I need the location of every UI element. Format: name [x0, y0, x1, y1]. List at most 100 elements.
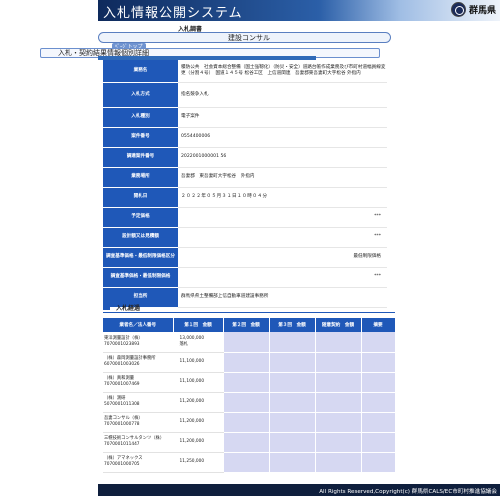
amount-cell: 13,000,000 落札	[173, 332, 224, 353]
empty-cell	[269, 412, 316, 433]
column-header: 第３回 金額	[269, 318, 316, 332]
detail-label: 開札日	[103, 187, 178, 208]
detail-value: ***	[178, 267, 387, 288]
detail-row-method: 入札方式 指名競争入札	[103, 82, 387, 108]
empty-cell	[269, 432, 316, 453]
table-row: （株）測研 5070001011308 11,200,000	[103, 392, 396, 413]
amount-cell: 11,250,000	[173, 452, 224, 473]
detail-label: 業務場所	[103, 167, 178, 188]
detail-value: 2022001000001 56	[178, 147, 387, 168]
empty-cell	[361, 392, 396, 413]
bidder-name: （株）測研	[104, 396, 126, 401]
app-title: 入札情報公開システム	[103, 6, 243, 21]
bidder-cell: （株）真和測量 7070001007469	[103, 372, 174, 393]
bidder-cell: （株）アマネックス 7070001000705	[103, 452, 174, 473]
section-square-icon	[103, 303, 110, 310]
empty-cell	[223, 372, 270, 393]
bid-amount: 11,200,000	[179, 399, 205, 404]
bidder-name: （株）アマネックス	[104, 456, 143, 461]
detail-row-place: 業務場所 吾妻郡 東吾妻町大字松谷 外指内	[103, 167, 387, 188]
detail-sublabel: 最低制限価格	[178, 247, 387, 268]
detail-row-case-no: 案件番号 0554400006	[103, 127, 387, 148]
detail-value: 積防公共 社会資本総合整備（国土強靱化）（防災・安全）道路台帳作成業務及び市町村…	[178, 60, 387, 83]
amount-cell: 11,100,000	[173, 352, 224, 373]
bid-amount: 13,000,000	[179, 335, 205, 341]
bidder-cell: 東洋測量設計（株） 7070001023893	[103, 332, 174, 353]
detail-value: ***	[178, 207, 387, 228]
empty-cell	[223, 432, 270, 453]
detail-value: 吾妻郡 東吾妻町大字松谷 外指内	[178, 167, 387, 188]
pref-logo[interactable]: 群馬県	[450, 2, 496, 17]
empty-cell	[315, 452, 362, 473]
corp-number: 7070001011447	[104, 442, 140, 447]
bid-progress-table: 業者名／法人番号 第１回 金額 第２回 金額 第３回 金額 随意契約 金額 摘要…	[103, 318, 396, 473]
empty-cell	[223, 352, 270, 373]
bidder-cell: （株）測研 5070001011308	[103, 392, 174, 413]
bid-amount: 11,250,000	[179, 459, 205, 464]
empty-cell	[269, 372, 316, 393]
detail-value: 0554400006	[178, 127, 387, 148]
column-header: 業者名／法人番号	[103, 318, 174, 332]
empty-cell	[315, 332, 362, 353]
empty-cell	[269, 332, 316, 353]
bidder-name: 吾妻コンサル（株）	[104, 416, 143, 421]
detail-row-procure-no: 調達案件番号 2022001000001 56	[103, 147, 387, 168]
detail-label: 担当所	[103, 287, 178, 308]
bid-note: 落札	[179, 341, 189, 347]
detail-label: 業務名	[103, 60, 178, 83]
pref-name: 群馬県	[468, 6, 496, 16]
gunma-emblem-icon	[450, 2, 466, 17]
detail-value: 指名競争入札	[178, 82, 387, 108]
empty-cell	[269, 452, 316, 473]
bidder-name: （株）森岡測量設計事務所	[104, 356, 156, 361]
detail-row-survey: 調査基準価格・最低制限価格区分 最低制限価格	[103, 247, 387, 268]
bidder-name: 三幌技術コンサルタンツ（株）	[104, 436, 165, 441]
empty-cell	[223, 392, 270, 413]
detail-label: 調査基準価格・最低制限価格	[103, 267, 178, 288]
detail-value: 電子案件	[178, 107, 387, 128]
column-header: 随意契約 金額	[315, 318, 362, 332]
bid-amount: 11,200,000	[179, 419, 205, 424]
corp-number: 7070001000705	[104, 462, 140, 467]
empty-cell	[315, 392, 362, 413]
empty-cell	[223, 452, 270, 473]
app-header: 入札情報公開システム 群馬県	[98, 0, 500, 21]
empty-cell	[223, 332, 270, 353]
bid-amount: 11,100,000	[179, 359, 205, 364]
detail-row-survey-price: 調査基準価格・最低制限価格 ***	[103, 267, 387, 288]
empty-cell	[315, 352, 362, 373]
bidder-name: 東洋測量設計（株）	[104, 335, 143, 341]
empty-cell	[361, 412, 396, 433]
empty-cell	[269, 352, 316, 373]
amount-cell: 11,200,000	[173, 412, 224, 433]
corp-number: 5070001011308	[104, 402, 140, 407]
section-divider	[103, 312, 395, 313]
detail-label: 調達案件番号	[103, 147, 178, 168]
empty-cell	[315, 432, 362, 453]
empty-cell	[223, 412, 270, 433]
empty-cell	[315, 372, 362, 393]
detail-table: 業務名 積防公共 社会資本総合整備（国土強靱化）（防災・安全）道路台帳作成業務及…	[103, 60, 387, 308]
amount-cell: 11,200,000	[173, 432, 224, 453]
detail-value: ***	[178, 227, 387, 248]
bid-amount: 11,100,000	[179, 379, 205, 384]
empty-cell	[361, 452, 396, 473]
bidder-cell: （株）森岡測量設計事務所 6070001003026	[103, 352, 174, 373]
corp-number: 6070001003026	[104, 362, 140, 367]
detail-label: 調査基準価格・最低制限価格区分	[103, 247, 178, 268]
detail-row-low-limit: 設計額又は見積額 ***	[103, 227, 387, 248]
detail-value: ２０２２年０５月３１日１０時０４分	[178, 187, 387, 208]
empty-cell	[315, 412, 362, 433]
bidder-name: （株）真和測量	[104, 376, 135, 381]
column-header: 第１回 金額	[173, 318, 224, 332]
detail-row-planned-price: 予定価格 ***	[103, 207, 387, 228]
detail-label: 設計額又は見積額	[103, 227, 178, 248]
detail-label: 案件番号	[103, 127, 178, 148]
table-row: 吾妻コンサル（株） 7070001000778 11,200,000	[103, 412, 396, 433]
section-title: 入札経過	[116, 305, 141, 312]
bidder-cell: 三幌技術コンサルタンツ（株） 7070001011447	[103, 432, 174, 453]
amount-cell: 11,200,000	[173, 392, 224, 413]
bidder-cell: 吾妻コンサル（株） 7070001000778	[103, 412, 174, 433]
detail-label: 入札種別	[103, 107, 178, 128]
table-row: （株）真和測量 7070001007469 11,100,000	[103, 372, 396, 393]
